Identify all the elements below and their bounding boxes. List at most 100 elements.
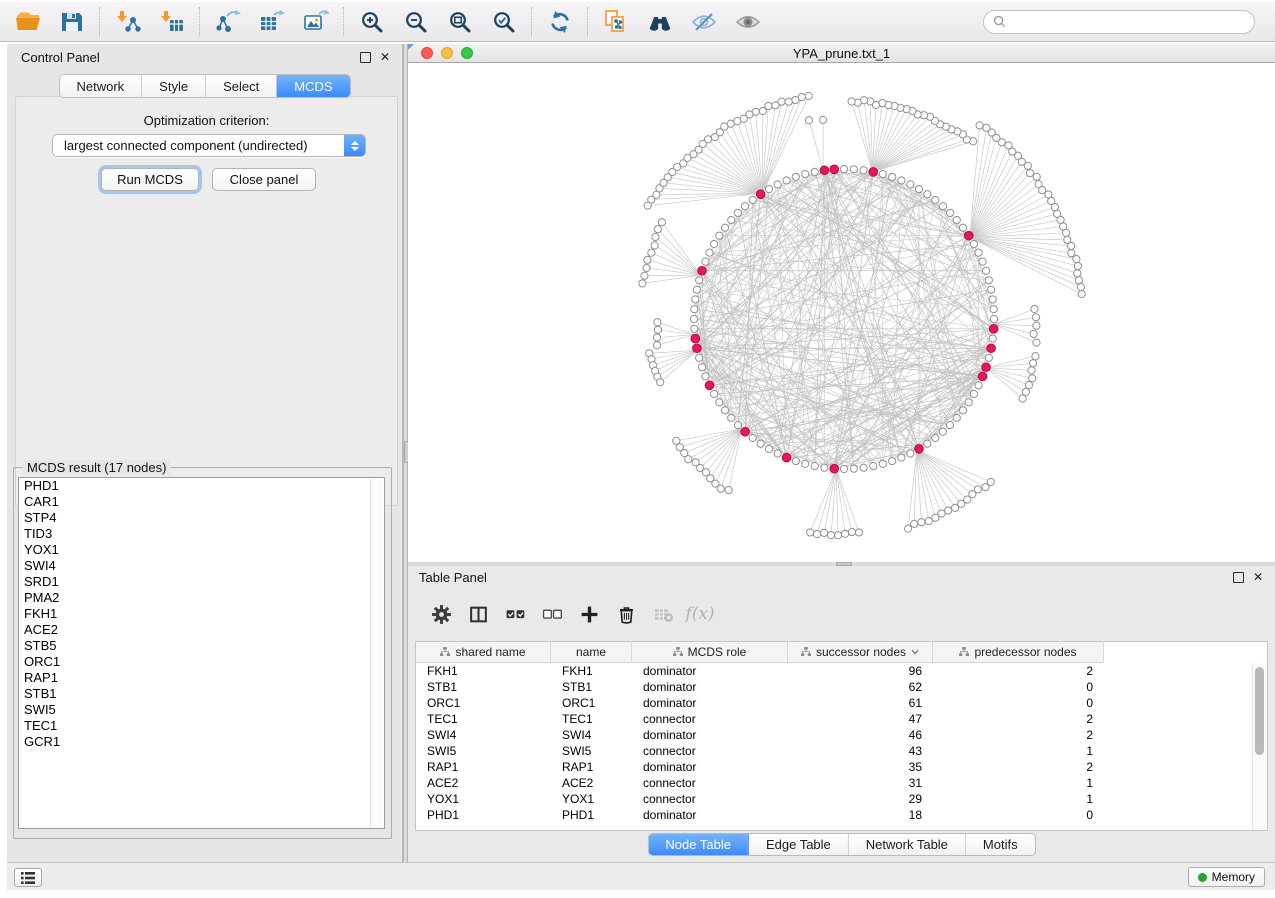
graph-node-mcds[interactable]: [989, 325, 998, 334]
settings-gear-button[interactable]: [428, 601, 454, 627]
graph-node[interactable]: [702, 373, 709, 380]
open-file-button[interactable]: [6, 5, 50, 39]
graph-node[interactable]: [1028, 367, 1035, 374]
graph-node[interactable]: [710, 240, 717, 247]
status-menu-button[interactable]: [14, 868, 42, 887]
graph-node[interactable]: [644, 256, 651, 263]
table-scrollbar-thumb[interactable]: [1255, 667, 1264, 755]
graph-node[interactable]: [792, 96, 799, 103]
add-column-button[interactable]: [576, 601, 602, 627]
graph-node[interactable]: [827, 532, 834, 539]
mcds-result-item[interactable]: STP4: [19, 510, 384, 526]
graph-node[interactable]: [653, 334, 660, 341]
graph-node[interactable]: [1035, 181, 1042, 188]
mcds-result-item[interactable]: STB1: [19, 686, 384, 702]
graph-node[interactable]: [898, 177, 905, 184]
run-mcds-button[interactable]: Run MCDS: [101, 168, 199, 191]
graph-node[interactable]: [925, 517, 932, 524]
optimization-criterion-select[interactable]: largest connected component (undirected): [52, 134, 366, 157]
graph-node[interactable]: [725, 486, 732, 493]
graph-node[interactable]: [749, 196, 756, 203]
graph-node[interactable]: [834, 532, 841, 539]
graph-node[interactable]: [889, 457, 896, 464]
memory-button[interactable]: Memory: [1188, 867, 1265, 887]
graph-node[interactable]: [734, 421, 741, 428]
graph-node[interactable]: [728, 216, 735, 223]
graph-node[interactable]: [710, 390, 717, 397]
new-network-from-selection-button[interactable]: [594, 5, 638, 39]
graph-node[interactable]: [721, 407, 728, 414]
select-all-checkboxes-button[interactable]: [502, 601, 528, 627]
graph-node[interactable]: [792, 457, 799, 464]
table-row[interactable]: PHD1PHD1dominator180: [416, 807, 1256, 823]
graph-node[interactable]: [702, 258, 709, 265]
graph-node[interactable]: [1033, 173, 1040, 180]
graph-node-mcds[interactable]: [698, 266, 707, 275]
graph-node[interactable]: [959, 224, 966, 231]
graph-node[interactable]: [918, 519, 925, 526]
graph-node[interactable]: [924, 191, 931, 198]
graph-node[interactable]: [879, 460, 886, 467]
graph-node[interactable]: [654, 319, 661, 326]
graph-node[interactable]: [1045, 191, 1052, 198]
graph-node[interactable]: [652, 233, 659, 240]
graph-node-mcds[interactable]: [915, 445, 924, 454]
graph-node[interactable]: [691, 306, 698, 313]
graph-node-mcds[interactable]: [820, 166, 829, 175]
table-row[interactable]: ORC1ORC1dominator610: [416, 695, 1256, 711]
graph-node[interactable]: [1019, 395, 1026, 402]
mcds-result-item[interactable]: SWI4: [19, 558, 384, 574]
graph-node[interactable]: [907, 181, 914, 188]
graph-node[interactable]: [1073, 256, 1080, 263]
graph-node[interactable]: [741, 203, 748, 210]
save-session-button[interactable]: [50, 5, 94, 39]
mcds-result-item[interactable]: PMA2: [19, 590, 384, 606]
graph-node[interactable]: [987, 478, 994, 485]
graph-node[interactable]: [792, 173, 799, 180]
tab-mcds[interactable]: MCDS: [277, 75, 349, 97]
graph-node[interactable]: [759, 107, 766, 114]
float-panel-icon[interactable]: [360, 52, 371, 63]
table-row[interactable]: ACE2ACE2connector311: [416, 775, 1256, 791]
graph-node[interactable]: [983, 124, 990, 131]
graph-node[interactable]: [1053, 210, 1060, 217]
graph-node[interactable]: [641, 272, 648, 279]
search-field[interactable]: [983, 10, 1255, 34]
graph-node[interactable]: [975, 382, 982, 389]
graph-node[interactable]: [711, 134, 718, 141]
graph-node[interactable]: [860, 167, 867, 174]
mcds-result-list[interactable]: PHD1CAR1STP4TID3YOX1SWI4SRD1PMA2FKH1ACE2…: [18, 477, 385, 829]
graph-node[interactable]: [644, 202, 651, 209]
graph-node-mcds[interactable]: [830, 464, 839, 473]
table-row[interactable]: YOX1YOX1connector291: [416, 791, 1256, 807]
graph-node[interactable]: [939, 428, 946, 435]
float-panel-icon[interactable]: [1233, 572, 1244, 583]
graph-node[interactable]: [802, 460, 809, 467]
table-tab-network-table[interactable]: Network Table: [849, 834, 966, 855]
graph-node[interactable]: [783, 177, 790, 184]
tab-network[interactable]: Network: [59, 75, 142, 97]
graph-node[interactable]: [651, 242, 658, 249]
mcds-list-scrollbar[interactable]: [370, 479, 383, 829]
graph-node[interactable]: [1026, 170, 1033, 177]
table-row[interactable]: STB1STB1dominator620: [416, 679, 1256, 695]
graph-node[interactable]: [1033, 339, 1040, 346]
graph-node[interactable]: [706, 249, 713, 256]
graph-node[interactable]: [911, 520, 918, 527]
graph-node[interactable]: [915, 185, 922, 192]
graph-node-mcds[interactable]: [705, 381, 714, 390]
graph-node-mcds[interactable]: [691, 334, 700, 343]
column-header-name[interactable]: name: [551, 642, 632, 662]
graph-node[interactable]: [696, 354, 703, 361]
graph-node[interactable]: [1064, 236, 1071, 243]
zoom-fit-content-button[interactable]: [438, 5, 482, 39]
graph-node[interactable]: [1033, 322, 1040, 329]
graph-node[interactable]: [654, 226, 661, 233]
graph-node[interactable]: [802, 171, 809, 178]
graph-node[interactable]: [728, 414, 735, 421]
table-row[interactable]: SWI5SWI5connector431: [416, 743, 1256, 759]
graph-node[interactable]: [850, 166, 857, 173]
graph-node[interactable]: [898, 454, 905, 461]
graph-node[interactable]: [1032, 353, 1039, 360]
zoom-in-button[interactable]: [350, 5, 394, 39]
